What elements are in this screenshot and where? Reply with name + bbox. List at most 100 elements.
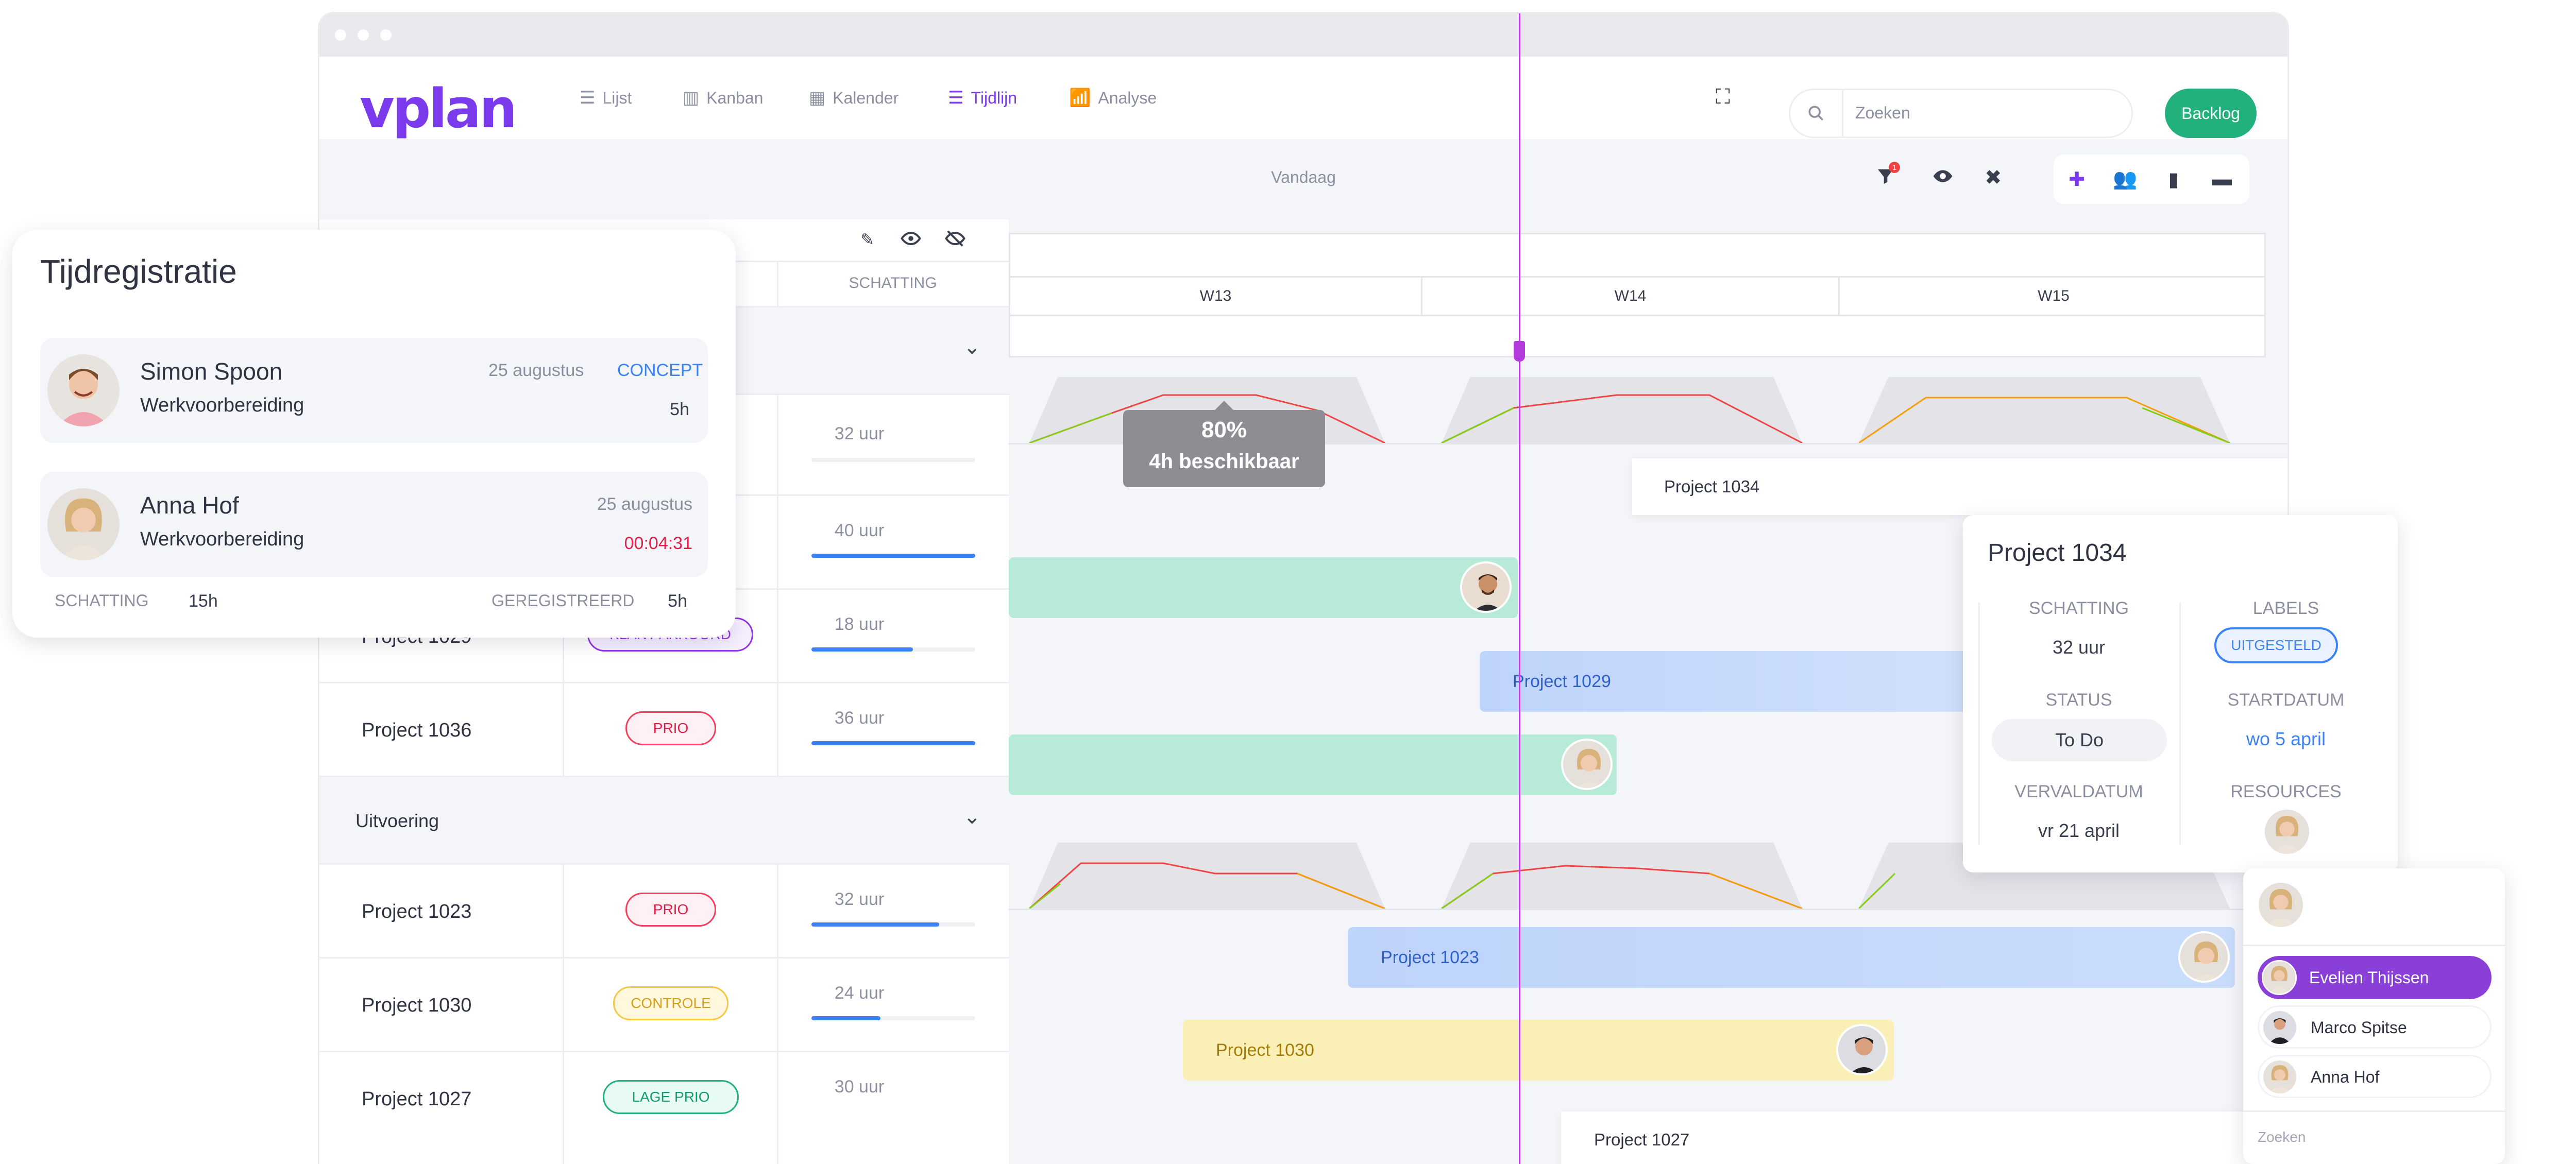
tooltip-available: 4h beschikbaar — [1149, 450, 1299, 473]
estimate-value: 30 uur — [834, 1077, 885, 1097]
col-divider — [777, 958, 778, 1052]
avatar — [1561, 739, 1613, 790]
time-entry[interactable]: Simon Spoon Werkvoorbereiding 25 augustu… — [40, 338, 708, 443]
status-select[interactable]: To Do — [1992, 719, 2167, 761]
avatar — [2263, 1060, 2296, 1093]
briefcase-icon[interactable]: ▬ — [2199, 155, 2245, 204]
week-label: W15 — [2038, 287, 2070, 304]
time-entry[interactable]: Anna Hof Werkvoorbereiding 25 augustus 0… — [40, 472, 708, 577]
avatar — [47, 488, 120, 560]
avatar — [1460, 561, 1512, 613]
table-row[interactable]: Project 1036 PRIO 36 uur — [319, 682, 1009, 777]
today-marker[interactable] — [1514, 341, 1525, 362]
start-date-value[interactable]: wo 5 april — [2184, 728, 2387, 750]
timeline-icon: ☰ — [948, 88, 964, 108]
fullscreen-icon[interactable]: ⛶ — [1716, 85, 1730, 109]
chevron-down-icon[interactable]: ⌄ — [963, 335, 981, 359]
tooltip-percent: 80% — [1201, 417, 1247, 442]
avatar — [2178, 931, 2230, 983]
avatar[interactable] — [2265, 810, 2309, 854]
nav-label: Tijdlijn — [971, 88, 1017, 107]
project-bar[interactable]: Project 1034 — [1632, 458, 2287, 515]
entry-task: Werkvoorbereiding — [140, 395, 304, 416]
project-name[interactable]: Project 1027 — [362, 1088, 471, 1110]
estimate-value: 36 uur — [834, 708, 885, 728]
resource-option-selected[interactable]: Evelien Thijssen — [2258, 956, 2492, 999]
project-bar[interactable] — [1009, 734, 1617, 795]
kanban-icon: ▥ — [683, 88, 700, 108]
eye-icon[interactable] — [901, 229, 921, 251]
eye-off-icon[interactable] — [945, 229, 965, 251]
filter-icon[interactable]: 1 — [1875, 162, 1900, 192]
table-row[interactable]: Project 1030 CONTROLE 24 uur — [319, 957, 1009, 1052]
resources-label: RESOURCES — [2230, 782, 2342, 801]
card-title: Tijdregistratie — [40, 253, 237, 290]
project-bar[interactable]: Project 1027 — [1561, 1111, 2287, 1164]
capacity-tooltip: 80% 4h beschikbaar — [1123, 401, 1325, 487]
estimate-value: 24 uur — [834, 983, 885, 1003]
status-badge: CONCEPT — [617, 361, 703, 380]
resource-name: Evelien Thijssen — [2309, 968, 2429, 987]
label-tag[interactable]: UITGESTELD — [2214, 627, 2338, 663]
estimate-value: 32 uur — [2052, 637, 2106, 658]
search-placeholder[interactable]: Zoeken — [1855, 104, 1910, 123]
estimate-value: 15h — [189, 591, 218, 611]
label-tag[interactable]: LAGE PRIO — [603, 1080, 739, 1114]
project-bar-label: Project 1023 — [1381, 947, 1479, 967]
resource-option[interactable]: Anna Hof — [2258, 1055, 2492, 1098]
avatar — [1836, 1024, 1888, 1075]
filter-badge: 1 — [1889, 162, 1900, 173]
nav-label: Kalender — [833, 88, 899, 107]
vplan-logo[interactable]: vplan — [360, 77, 517, 140]
table-row[interactable]: Project 1027 LAGE PRIO 30 uur — [319, 1051, 1009, 1164]
window-dot — [335, 29, 346, 41]
label-tag[interactable]: CONTROLE — [613, 986, 728, 1020]
col-divider — [563, 1052, 564, 1164]
eye-icon[interactable] — [1932, 166, 1954, 192]
project-name[interactable]: Project 1023 — [362, 901, 471, 923]
project-detail-popup: Project 1034 SCHATTING 32 uur LABELS UIT… — [1963, 515, 2398, 872]
progress-bar — [811, 554, 975, 558]
puzzle-icon[interactable]: ✚ — [2054, 155, 2100, 204]
estimate-value: 32 uur — [834, 424, 885, 443]
label-tag[interactable]: PRIO — [625, 711, 716, 745]
backlog-button[interactable]: Backlog — [2165, 89, 2257, 138]
project-name[interactable]: Project 1030 — [362, 995, 471, 1017]
project-name[interactable]: Project 1036 — [362, 720, 471, 742]
col-divider — [563, 683, 564, 777]
list-icon: ☰ — [580, 88, 596, 108]
project-bar[interactable]: Project 1023 — [1348, 927, 2235, 988]
group-header[interactable]: Uitvoering ⌄ — [319, 776, 1009, 863]
resource-search-input[interactable]: Zoeken — [2258, 1129, 2306, 1145]
chevron-down-icon[interactable]: ⌄ — [963, 805, 981, 829]
nav-tijdlijn[interactable]: ☰ Tijdlijn — [948, 57, 1017, 139]
nav-kalender[interactable]: ▦ Kalender — [809, 57, 899, 139]
table-row[interactable]: Project 1023 PRIO 32 uur — [319, 863, 1009, 958]
nav-lijst[interactable]: ☰ Lijst — [580, 57, 632, 139]
label-tag[interactable]: PRIO — [625, 893, 716, 927]
running-timer: 00:04:31 — [624, 534, 692, 553]
project-bar-label: Project 1030 — [1216, 1040, 1314, 1060]
progress-fill — [811, 647, 913, 652]
team-icon[interactable]: 👥 — [2102, 155, 2148, 204]
project-bar[interactable] — [1009, 557, 1518, 618]
entry-name: Simon Spoon — [140, 358, 283, 385]
search-divider — [1842, 90, 1843, 136]
tag-icon[interactable]: ▮ — [2150, 155, 2197, 204]
search-field[interactable]: Zoeken — [1789, 89, 2133, 138]
estimate-label: SCHATTING — [2029, 598, 2129, 618]
picker-divider — [2243, 1110, 2505, 1112]
edit-icon[interactable]: ✎ — [860, 230, 874, 249]
detail-title: Project 1034 — [1988, 539, 2127, 567]
project-bar[interactable]: Project 1030 — [1183, 1020, 1894, 1081]
nav-kanban[interactable]: ▥ Kanban — [683, 57, 763, 139]
nav-label: Analyse — [1098, 88, 1157, 107]
tools-icon[interactable]: ✖ — [1985, 166, 2002, 190]
start-date-label: STARTDATUM — [2227, 690, 2345, 710]
entry-date: 25 augustus — [597, 494, 692, 514]
col-divider — [777, 395, 778, 496]
nav-analyse[interactable]: 📶 Analyse — [1069, 57, 1157, 139]
due-date-value[interactable]: vr 21 april — [1984, 820, 2174, 842]
resource-option[interactable]: Marco Spitse — [2258, 1005, 2492, 1049]
avatar — [2262, 960, 2297, 995]
